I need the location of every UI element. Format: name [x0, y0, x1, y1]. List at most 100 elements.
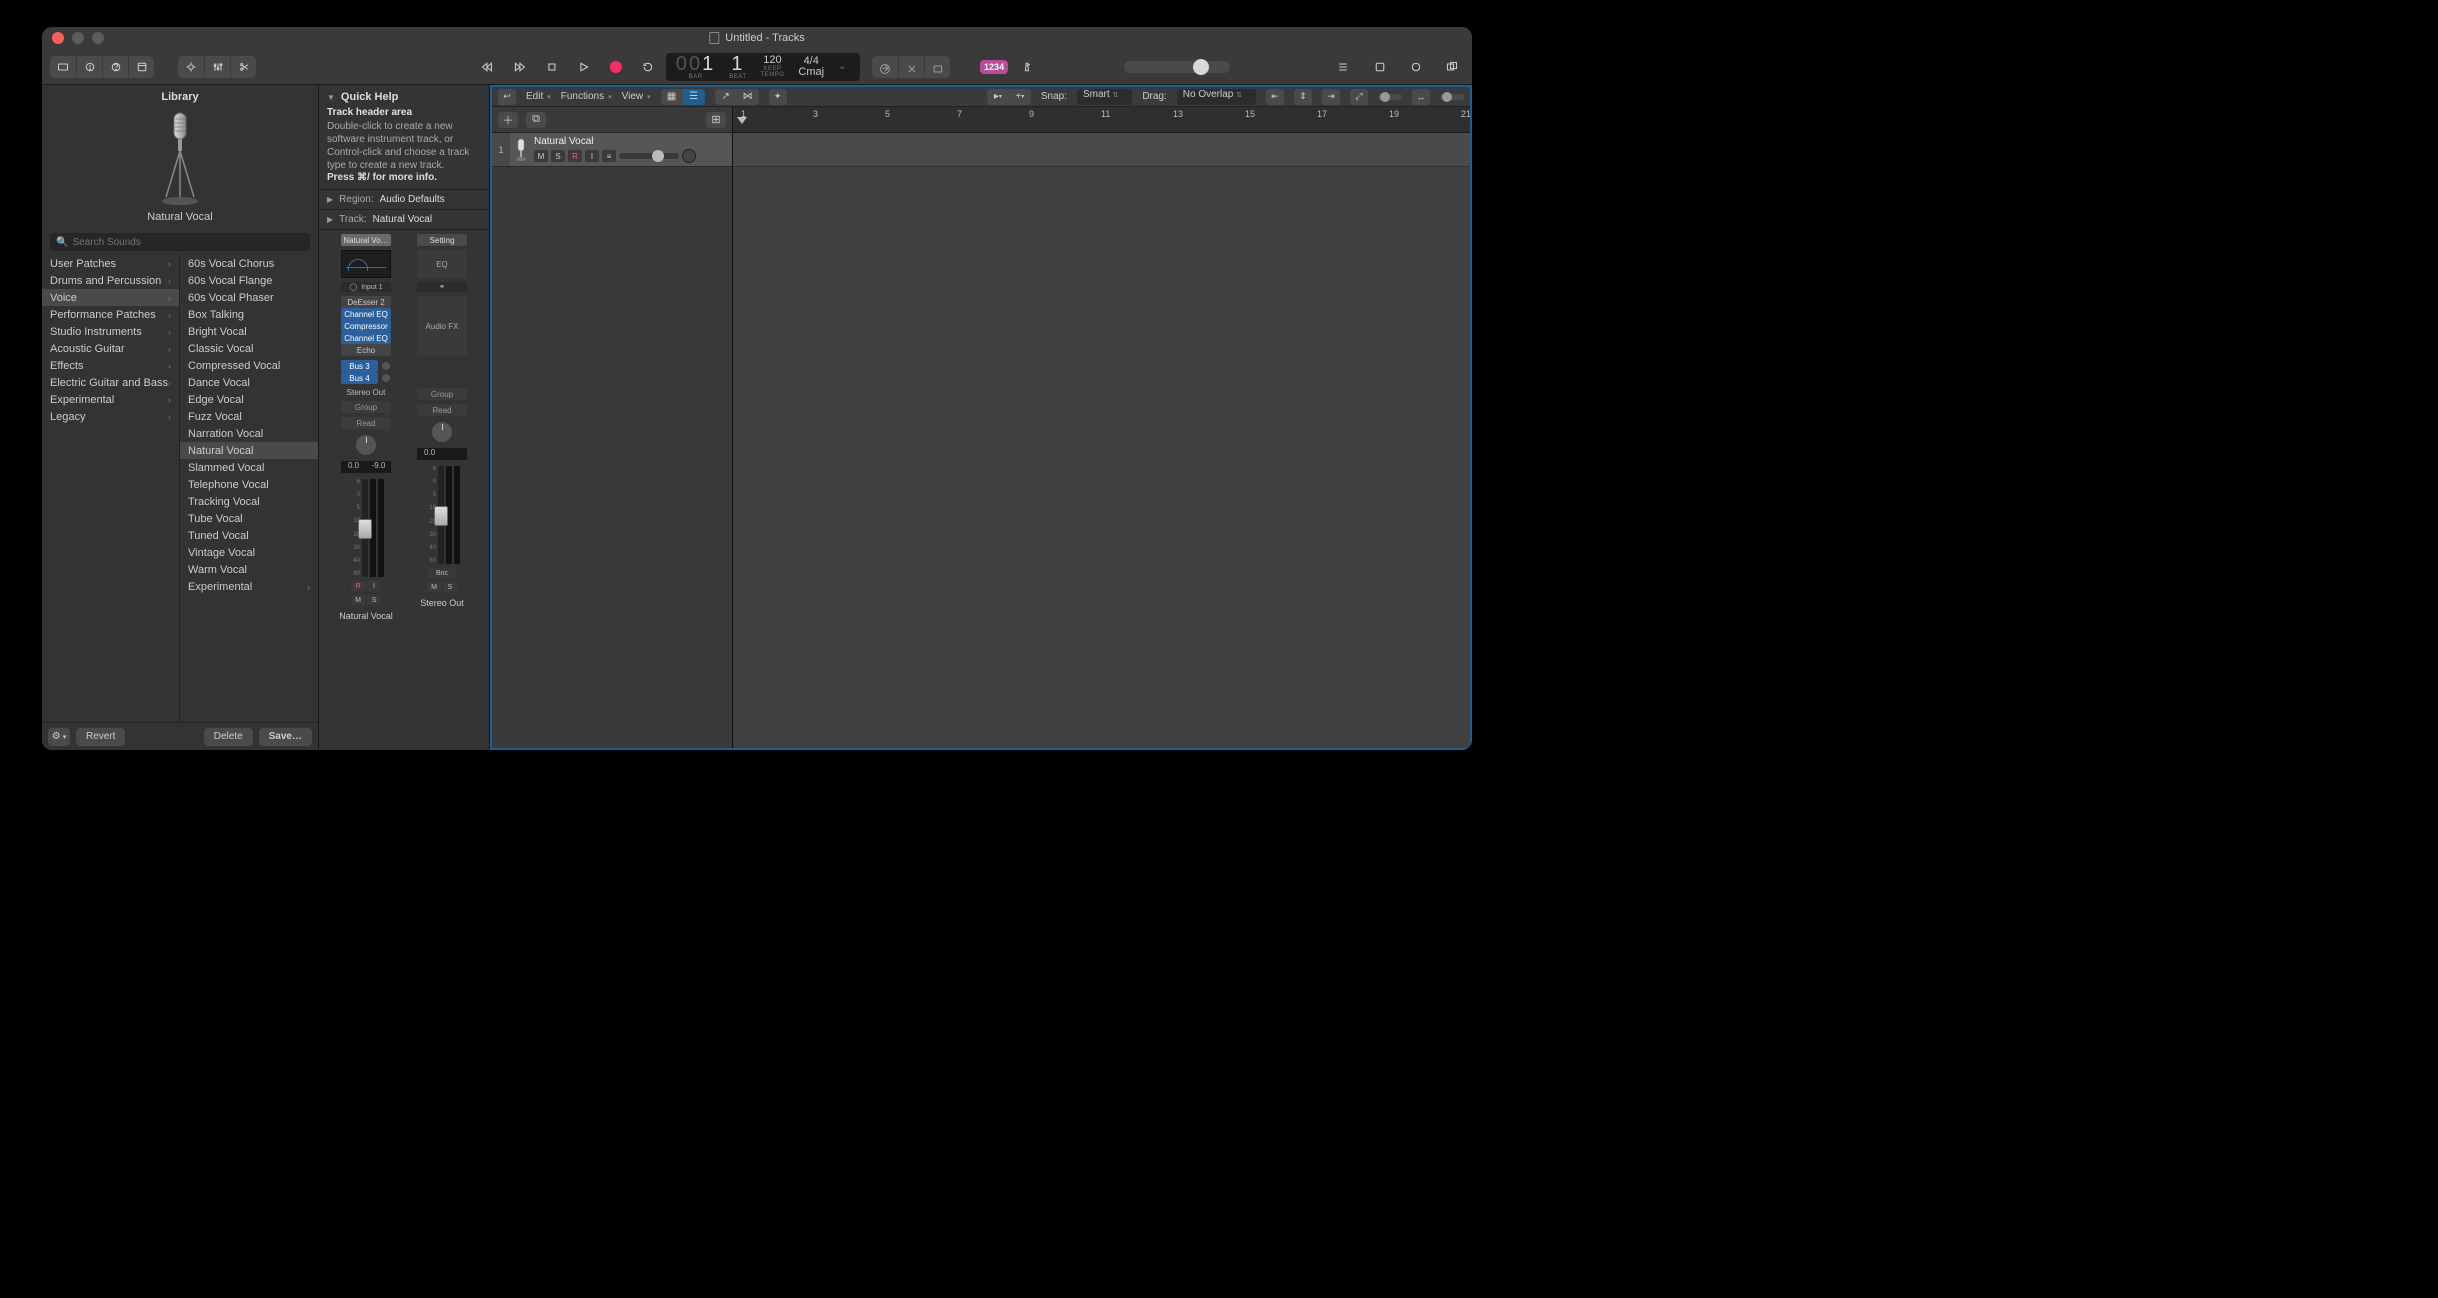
- library-category-item[interactable]: Effects›: [42, 357, 179, 374]
- mixer-toggle[interactable]: [204, 56, 230, 78]
- library-category-item[interactable]: Performance Patches›: [42, 306, 179, 323]
- master-volume-knob[interactable]: [1193, 59, 1209, 75]
- h-zoom-slider[interactable]: [1440, 94, 1464, 100]
- library-categories[interactable]: User Patches›Drums and Percussion›Voice›…: [42, 255, 180, 722]
- fader[interactable]: 6051020304060: [341, 477, 391, 577]
- group-slot[interactable]: Group: [417, 388, 467, 400]
- arrangement-track-lane[interactable]: [733, 133, 1470, 167]
- smart-controls-toggle[interactable]: [178, 56, 204, 78]
- grid-view[interactable]: ▦: [661, 89, 683, 105]
- snap-select[interactable]: Smart ⇅: [1077, 89, 1132, 105]
- insert-slot[interactable]: Channel EQ: [341, 332, 391, 344]
- channel-strip-setting[interactable]: Natural Vo…: [341, 234, 391, 246]
- library-patch-item[interactable]: Dance Vocal: [180, 374, 318, 391]
- tuner-button[interactable]: [924, 56, 950, 78]
- zoom-h-out[interactable]: ⇤: [1266, 89, 1284, 105]
- zoom-h-in[interactable]: ⇥: [1322, 89, 1340, 105]
- zoom-vertical[interactable]: ⇕: [1294, 89, 1312, 105]
- library-patch-item[interactable]: Box Talking: [180, 306, 318, 323]
- insert-slot[interactable]: Compressor: [341, 320, 391, 332]
- toolbar-custom-toggle[interactable]: [128, 56, 154, 78]
- window-close[interactable]: [52, 32, 64, 44]
- library-gear-menu[interactable]: ⚙︎▾: [48, 728, 70, 746]
- eq-thumbnail[interactable]: [341, 250, 391, 278]
- track-name[interactable]: Natural Vocal: [532, 136, 726, 147]
- mute-button[interactable]: M: [534, 150, 548, 162]
- stereo-link[interactable]: ⚭: [417, 282, 467, 292]
- window-minimize[interactable]: [72, 32, 84, 44]
- send-knob[interactable]: [381, 373, 391, 383]
- send-slot[interactable]: Bus 3: [341, 360, 391, 372]
- mute-button[interactable]: M: [351, 595, 365, 605]
- library-patch-item[interactable]: Fuzz Vocal: [180, 408, 318, 425]
- timeline-ruler[interactable]: 13579111315171921: [733, 107, 1470, 133]
- record-button[interactable]: [602, 54, 628, 80]
- send-slot[interactable]: Bus 4: [341, 372, 391, 384]
- inspector-toggle[interactable]: [76, 56, 102, 78]
- add-track-button[interactable]: ＋: [498, 112, 518, 128]
- library-patch-item[interactable]: Edge Vocal: [180, 391, 318, 408]
- track-pan-knob[interactable]: [682, 149, 696, 163]
- count-in-badge[interactable]: 1234: [980, 60, 1008, 74]
- view-menu[interactable]: View▾: [622, 91, 651, 102]
- tracks-back-button[interactable]: ↩: [498, 89, 516, 105]
- edit-menu[interactable]: Edit▾: [526, 91, 551, 102]
- arrangement-body[interactable]: [733, 133, 1470, 748]
- region-section[interactable]: ▶ Region: Audio Defaults: [319, 190, 489, 210]
- library-toggle[interactable]: [50, 56, 76, 78]
- lcd-menu-chevron-icon[interactable]: ⌄: [838, 61, 850, 72]
- library-patch-item[interactable]: Tracking Vocal: [180, 493, 318, 510]
- waveform-zoom[interactable]: ⤢: [1350, 89, 1368, 105]
- insert-slot[interactable]: Echo: [341, 344, 391, 356]
- library-patch-item[interactable]: 60s Vocal Phaser: [180, 289, 318, 306]
- browsers-button[interactable]: [1438, 56, 1464, 78]
- output-label[interactable]: Stereo Out: [347, 388, 386, 397]
- group-slot[interactable]: Group: [341, 401, 391, 413]
- v-zoom-slider[interactable]: [1378, 94, 1402, 100]
- input-slot[interactable]: ◯Input 1: [341, 282, 391, 292]
- functions-menu[interactable]: Functions▾: [561, 91, 612, 102]
- input-monitor-button[interactable]: I: [585, 150, 599, 162]
- library-category-item[interactable]: User Patches›: [42, 255, 179, 272]
- library-patch-item[interactable]: Experimental›: [180, 578, 318, 595]
- library-patch-item[interactable]: Slammed Vocal: [180, 459, 318, 476]
- library-patch-item[interactable]: Narration Vocal: [180, 425, 318, 442]
- record-enable-button[interactable]: R: [568, 150, 582, 162]
- library-category-item[interactable]: Electric Guitar and Bass›: [42, 374, 179, 391]
- library-patch-item[interactable]: Classic Vocal: [180, 340, 318, 357]
- list-editors-button[interactable]: [1330, 56, 1356, 78]
- pointer-tool[interactable]: ▸▾: [987, 89, 1009, 105]
- metronome-button[interactable]: [1014, 54, 1040, 80]
- master-volume-slider[interactable]: [1124, 61, 1230, 73]
- insert-slot[interactable]: Channel EQ: [341, 308, 391, 320]
- window-zoom[interactable]: [92, 32, 104, 44]
- pan-knob[interactable]: [354, 433, 378, 457]
- channel-strip-setting[interactable]: Setting: [417, 234, 467, 246]
- library-delete-button[interactable]: Delete: [204, 728, 253, 746]
- global-tracks-button[interactable]: ⊞: [706, 112, 726, 128]
- eq-slot[interactable]: EQ: [417, 250, 467, 278]
- solo-button[interactable]: S: [551, 150, 565, 162]
- replace-mode[interactable]: [872, 56, 898, 78]
- library-patch-item[interactable]: Vintage Vocal: [180, 544, 318, 561]
- library-patch-item[interactable]: Bright Vocal: [180, 323, 318, 340]
- library-category-item[interactable]: Voice›: [42, 289, 179, 306]
- stop-button[interactable]: [538, 54, 564, 80]
- library-revert-button[interactable]: Revert: [76, 728, 125, 746]
- solo-button[interactable]: S: [443, 582, 457, 592]
- notepad-button[interactable]: [1366, 56, 1392, 78]
- automation-toggle[interactable]: ↗: [715, 89, 737, 105]
- track-options[interactable]: ≡: [602, 150, 616, 162]
- library-search-input[interactable]: [72, 237, 304, 248]
- library-patch-item[interactable]: Tuned Vocal: [180, 527, 318, 544]
- track-inspector-section[interactable]: ▶ Track: Natural Vocal: [319, 210, 489, 230]
- scissors-toggle[interactable]: [230, 56, 256, 78]
- audio-fx-slot[interactable]: Audio FX: [417, 296, 467, 356]
- insert-slot[interactable]: DeEsser 2: [341, 296, 391, 308]
- library-save-button[interactable]: Save…: [259, 728, 312, 746]
- drag-select[interactable]: No Overlap ⇅: [1177, 89, 1256, 105]
- mute-button[interactable]: M: [427, 582, 441, 592]
- library-patch-item[interactable]: Compressed Vocal: [180, 357, 318, 374]
- library-patch-item[interactable]: 60s Vocal Chorus: [180, 255, 318, 272]
- rewind-button[interactable]: [474, 54, 500, 80]
